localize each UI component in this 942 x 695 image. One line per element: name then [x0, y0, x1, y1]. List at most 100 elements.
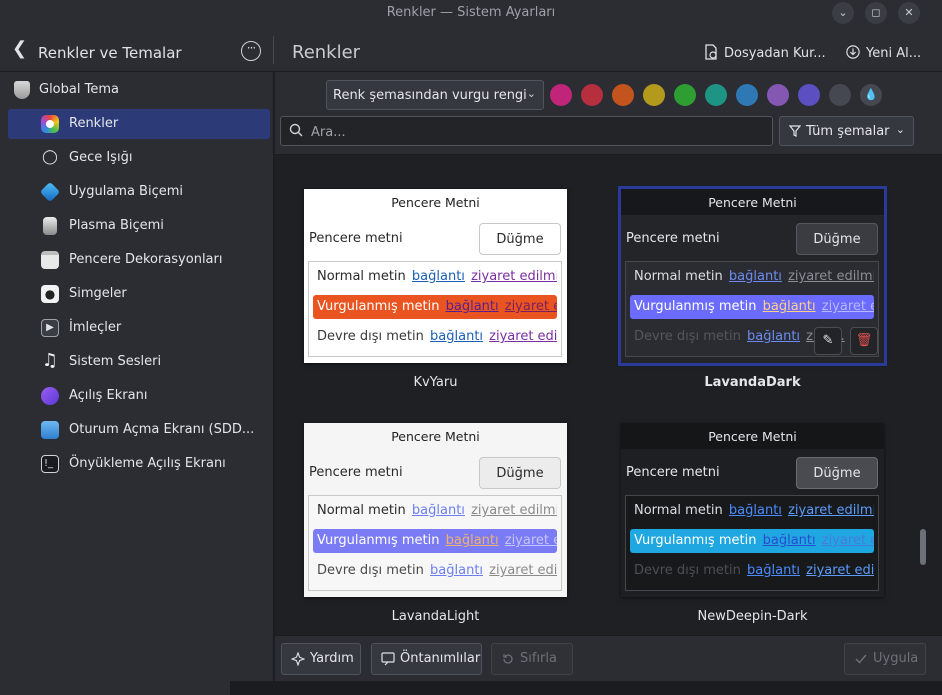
- edit-scheme-button[interactable]: ✎: [814, 327, 842, 355]
- scheme-name: NewDeepin-Dark: [697, 609, 808, 624]
- sidebar-item-system-sounds[interactable]: ♫ Sistem Sesleri: [8, 347, 270, 377]
- preview-window-text: Pencere metni: [309, 465, 403, 480]
- sidebar-item-window-decorations[interactable]: Pencere Dekorasyonları: [8, 245, 270, 275]
- scheme-card-kvyaru[interactable]: Pencere Metni Pencere metni Düğme Normal…: [304, 189, 567, 363]
- sidebar-item-label: Oturum Açma Ekranı (SDD...: [69, 422, 255, 437]
- sidebar-item-label: Önyükleme Açılış Ekranı: [69, 456, 226, 471]
- plasma-style-icon: [43, 217, 57, 235]
- search-field[interactable]: [280, 116, 773, 146]
- more-icon: ···: [246, 41, 257, 55]
- scheme-card-newdeepin-dark[interactable]: Pencere Metni Pencere metni Düğme Normal…: [621, 423, 884, 597]
- scrollbar-thumb[interactable]: [920, 529, 926, 565]
- help-label: Yardım: [310, 651, 354, 666]
- sidebar-item-plasma-style[interactable]: Plasma Biçemi: [8, 211, 270, 241]
- sidebar-item-splash-screen[interactable]: Açılış Ekranı: [8, 381, 270, 411]
- sidebar-item-icons[interactable]: ● Simgeler: [8, 279, 270, 309]
- sidebar-item-colors[interactable]: Renkler: [8, 109, 270, 139]
- file-install-icon: [705, 44, 717, 60]
- preview-window-text: Pencere metni: [309, 231, 403, 246]
- maximize-icon: ◻: [871, 6, 881, 19]
- accent-swatch[interactable]: [581, 84, 603, 106]
- preview-row-normal: Normal metin bağlantı ziyaret edilmiş: [634, 269, 874, 284]
- reset-label: Sıfırla: [520, 651, 557, 666]
- sidebar-item-boot-splash[interactable]: !_ Önyükleme Açılış Ekranı: [8, 449, 270, 479]
- sidebar-item-label: Simgeler: [69, 286, 127, 301]
- preview-row-highlighted: Vurgulanmış metin bağlantı ziyaret e...: [313, 529, 557, 553]
- accent-swatch[interactable]: [705, 84, 727, 106]
- accent-swatch[interactable]: [643, 84, 665, 106]
- defaults-button[interactable]: Öntanımlılar: [371, 643, 482, 675]
- reset-icon: [503, 654, 513, 664]
- sidebar-item-label: İmleçler: [69, 320, 122, 335]
- reset-button[interactable]: Sıfırla: [491, 643, 573, 675]
- custom-color-button[interactable]: 💧: [860, 84, 882, 106]
- close-icon: ✕: [904, 6, 914, 19]
- defaults-label: Öntanımlılar: [400, 651, 481, 666]
- sidebar-item-global-theme[interactable]: Global Tema: [8, 75, 270, 105]
- search-input[interactable]: [311, 122, 751, 142]
- sidebar-item-cursors[interactable]: ▶ İmleçler: [8, 313, 270, 343]
- scheme-card-lavandadark[interactable]: Pencere Metni Pencere metni Düğme Normal…: [618, 186, 887, 366]
- cursor-icon: ▶: [41, 319, 59, 337]
- preview-view: Normal metin bağlantı ziyaret edilmiş Vu…: [308, 261, 562, 357]
- help-button[interactable]: Yardım: [281, 643, 361, 675]
- boot-splash-icon: !_: [41, 455, 59, 473]
- accent-swatch[interactable]: [767, 84, 789, 106]
- checkmark-icon: [855, 654, 867, 664]
- sidebar-item-label: Plasma Biçemi: [69, 218, 164, 233]
- preview-button: Düğme: [796, 457, 878, 489]
- main-content: Renk şemasından vurgu rengi ⌄ 💧 Tüm şema…: [275, 72, 942, 681]
- accent-swatch[interactable]: [736, 84, 758, 106]
- app-style-icon: [39, 181, 61, 203]
- scheme-grid: Pencere Metni Pencere metni Düğme Normal…: [275, 154, 942, 635]
- accent-swatch[interactable]: [798, 84, 820, 106]
- sidebar-item-label: Uygulama Biçemi: [69, 184, 183, 199]
- maximize-button[interactable]: ◻: [865, 2, 887, 24]
- window-decoration-icon: [41, 251, 59, 269]
- color-picker-icon: 💧: [864, 88, 878, 101]
- sidebar-item-login-screen[interactable]: Oturum Açma Ekranı (SDD...: [8, 415, 270, 445]
- window-title: Renkler — Sistem Ayarları: [386, 5, 556, 20]
- preview-row-disabled: Devre dışı metin bağlantı ziyaret edil..…: [634, 563, 874, 578]
- accent-swatch[interactable]: [674, 84, 696, 106]
- accent-swatch[interactable]: [829, 84, 851, 106]
- more-options-button[interactable]: ···: [241, 41, 261, 61]
- accent-swatch[interactable]: [612, 84, 634, 106]
- download-icon: [846, 45, 860, 59]
- sidebar-item-night-light[interactable]: ◯ Gece Işığı: [8, 143, 270, 173]
- window-titlebar: Renkler — Sistem Ayarları ⌄ ◻ ✕: [0, 0, 942, 26]
- header-separator: [273, 36, 274, 64]
- minimize-button[interactable]: ⌄: [832, 2, 854, 24]
- help-icon: [291, 652, 305, 666]
- chevron-down-icon: ⌄: [895, 123, 905, 136]
- accent-swatch[interactable]: [550, 84, 572, 106]
- footer-bar: Yardım Öntanımlılar Sıfırla Uygula: [275, 635, 942, 681]
- chevron-left-icon: ❮: [12, 38, 28, 59]
- scheme-card-lavandalight[interactable]: Pencere Metni Pencere metni Düğme Normal…: [304, 423, 567, 597]
- preview-row-normal: Normal metin bağlantı ziyaret edilmiş: [317, 269, 557, 284]
- header-bar: ❮ Renkler ve Temalar ··· Renkler Dosyada…: [0, 26, 942, 72]
- login-screen-icon: [41, 421, 59, 439]
- preview-row-highlighted: Vurgulanmış metin bağlantı ziyaret e...: [313, 295, 557, 319]
- apply-button[interactable]: Uygula: [844, 643, 926, 675]
- grid-scrollbar[interactable]: [918, 155, 930, 635]
- close-button[interactable]: ✕: [898, 2, 920, 24]
- filter-icon: [789, 125, 801, 137]
- preview-row-disabled: Devre dışı metin bağlantı ziyaret edil..…: [317, 329, 557, 344]
- sidebar-item-label: Gece Işığı: [69, 150, 133, 165]
- sidebar-item-app-style[interactable]: Uygulama Biçemi: [8, 177, 270, 207]
- lightbulb-icon: ◯: [42, 149, 58, 165]
- search-icon: [289, 123, 303, 137]
- scheme-filter-select[interactable]: Tüm şemalar ⌄: [779, 116, 914, 146]
- delete-scheme-button[interactable]: 🗑: [850, 327, 878, 355]
- sidebar-item-label: Açılış Ekranı: [69, 388, 148, 403]
- sidebar-item-label: Global Tema: [39, 82, 119, 97]
- sidebar-item-label: Sistem Sesleri: [69, 354, 162, 369]
- get-new-label: Yeni Al...: [866, 46, 922, 61]
- accent-color-select[interactable]: Renk şemasından vurgu rengi ⌄: [326, 80, 544, 110]
- global-theme-icon: [14, 81, 30, 99]
- preview-view: Normal metin bağlantı ziyaret edilmiş Vu…: [308, 495, 562, 591]
- install-from-file-button[interactable]: Dosyadan Kur...: [704, 44, 826, 61]
- preview-window-text: Pencere metni: [626, 465, 720, 480]
- get-new-button[interactable]: Yeni Al...: [846, 44, 921, 61]
